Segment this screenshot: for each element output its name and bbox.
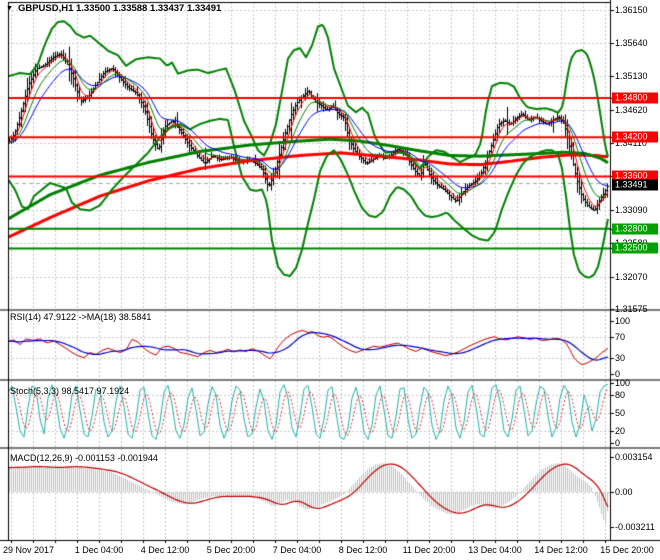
chart-canvas[interactable] [0,0,660,560]
trading-chart-window: ▼ GBPUSD,H1 1.33500 1.33588 1.33437 1.33… [0,0,660,560]
stoch-indicator-label: Stoch(5,3,3) 98.5417 97.1924 [10,386,130,396]
chart-title: GBPUSD,H1 1.33500 1.33588 1.33437 1.3349… [17,3,222,14]
rsi-indicator-label: RSI(14) 47.9122 ->MA(18) 38.5841 [10,312,152,322]
macd-indicator-label: MACD(12,26,9) -0.001153 -0.001944 [10,453,158,463]
chart-title-row: ▼ GBPUSD,H1 1.33500 1.33588 1.33437 1.33… [6,3,221,14]
chevron-down-icon[interactable]: ▼ [6,4,13,14]
